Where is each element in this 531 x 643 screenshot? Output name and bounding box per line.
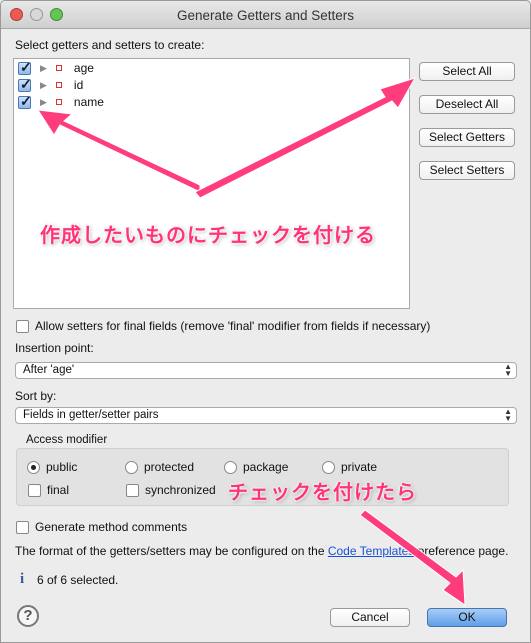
arrow-to-select-all [194,77,417,199]
annotation-arrows [37,77,466,606]
annotation-top: 作成したいものにチェックを付ける [40,225,376,247]
annotation-bottom: チェックを付けたら [228,482,417,504]
arrow-to-checkboxes [37,109,201,193]
arrow-to-ok [359,509,466,606]
